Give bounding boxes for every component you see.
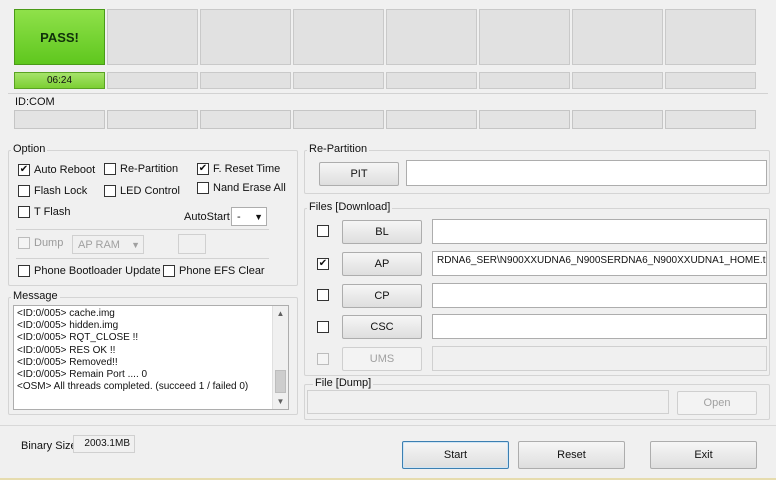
phone-efs-clear-checkbox[interactable]: Phone EFS Clear [163, 265, 265, 277]
ap-button[interactable]: AP [342, 252, 422, 276]
chevron-down-icon: ▼ [254, 211, 263, 222]
binary-size-label: Binary Size [21, 440, 77, 452]
bl-path-field[interactable] [432, 219, 767, 244]
ums-path-field [432, 346, 767, 371]
csc-path-field[interactable] [432, 314, 767, 339]
id-com-box [107, 110, 198, 129]
nand-erase-all-checkbox[interactable]: Nand Erase All [197, 182, 286, 194]
log-line: <ID:0/005> Remain Port .... 0 [17, 369, 148, 381]
progress-bar [665, 72, 756, 89]
port-status-slot [479, 9, 570, 65]
port-status-slot [665, 9, 756, 65]
id-com-box [665, 110, 756, 129]
divider [16, 258, 269, 259]
csc-button[interactable]: CSC [342, 315, 422, 339]
dump-type-select[interactable]: AP RAM ▼ [72, 235, 144, 254]
checkmark-icon: ✔ [197, 163, 209, 175]
id-com-box [572, 110, 663, 129]
port-status-slot [200, 9, 291, 65]
progress-bar [293, 72, 384, 89]
reset-button[interactable]: Reset [518, 441, 625, 469]
autostart-label: AutoStart [184, 211, 230, 223]
divider [16, 229, 269, 230]
progress-bar [479, 72, 570, 89]
progress-bar [107, 72, 198, 89]
log-line: <OSM> All threads completed. (succeed 1 … [17, 381, 249, 393]
re-partition-checkbox[interactable]: Re-Partition [104, 163, 178, 175]
progress-bar [572, 72, 663, 89]
id-com-box [14, 110, 105, 129]
divider [8, 93, 768, 94]
bl-checkbox[interactable] [317, 225, 329, 237]
file-dump-title: File [Dump] [313, 377, 374, 389]
exit-button[interactable]: Exit [650, 441, 757, 469]
scroll-down-icon[interactable]: ▼ [273, 394, 288, 409]
ap-checkbox[interactable]: ✔ [317, 258, 329, 270]
port-status-slot [107, 9, 198, 65]
port-status-pass: PASS! [14, 9, 105, 65]
flash-lock-checkbox[interactable]: Flash Lock [18, 185, 87, 197]
log-line: <ID:0/005> RQT_CLOSE !! [17, 332, 139, 344]
files-download-title: Files [Download] [307, 201, 393, 213]
elapsed-time: 06:24 [14, 72, 105, 89]
phone-bootloader-update-checkbox[interactable]: Phone Bootloader Update [18, 265, 161, 277]
port-status-slot [572, 9, 663, 65]
checkmark-icon: ✔ [18, 164, 30, 176]
open-button[interactable]: Open [677, 391, 757, 415]
id-com-box [293, 110, 384, 129]
auto-reboot-checkbox[interactable]: ✔ Auto Reboot [18, 164, 95, 176]
ap-path-field[interactable]: RDNA6_SER\N900XXUDNA6_N900SERDNA6_N900XX… [432, 251, 767, 276]
port-status-slot [293, 9, 384, 65]
log-line: <ID:0/005> hidden.img [17, 320, 119, 332]
port-status-slot [386, 9, 477, 65]
id-com-box [479, 110, 570, 129]
chevron-down-icon: ▼ [131, 239, 140, 250]
scroll-up-icon[interactable]: ▲ [273, 306, 288, 321]
bl-button[interactable]: BL [342, 220, 422, 244]
cp-path-field[interactable] [432, 283, 767, 308]
id-com-label: ID:COM [15, 96, 55, 108]
progress-bar [200, 72, 291, 89]
dump-path-field [307, 390, 669, 414]
id-com-box [200, 110, 291, 129]
divider [0, 425, 776, 426]
binary-size-value: 2003.1MB [73, 435, 135, 453]
ums-checkbox[interactable] [317, 353, 329, 365]
csc-checkbox[interactable] [317, 321, 329, 333]
ums-button[interactable]: UMS [342, 347, 422, 371]
message-log[interactable]: <ID:0/005> cache.img <ID:0/005> hidden.i… [13, 305, 289, 410]
autostart-select[interactable]: - ▼ [231, 207, 267, 226]
dump-checkbox[interactable]: Dump [18, 237, 63, 249]
led-control-checkbox[interactable]: LED Control [104, 185, 180, 197]
pit-button[interactable]: PIT [319, 162, 399, 186]
log-line: <ID:0/005> Removed!! [17, 356, 118, 368]
start-button[interactable]: Start [402, 441, 509, 469]
id-com-box [386, 110, 477, 129]
dump-field [178, 234, 206, 254]
vertical-scrollbar[interactable]: ▲ ▼ [272, 306, 288, 409]
checkmark-icon: ✔ [317, 258, 329, 270]
repartition-title: Re-Partition [307, 143, 370, 155]
f-reset-time-checkbox[interactable]: ✔ F. Reset Time [197, 163, 280, 175]
option-title: Option [11, 143, 48, 155]
message-title: Message [11, 290, 60, 302]
cp-checkbox[interactable] [317, 289, 329, 301]
log-lines: <ID:0/005> cache.img <ID:0/005> hidden.i… [17, 308, 270, 393]
scroll-thumb[interactable] [275, 370, 286, 393]
pit-path-field[interactable] [406, 160, 767, 186]
progress-bar [386, 72, 477, 89]
t-flash-checkbox[interactable]: T Flash [18, 206, 70, 218]
cp-button[interactable]: CP [342, 284, 422, 308]
log-line: <ID:0/005> cache.img [17, 308, 115, 319]
log-line: <ID:0/005> RES OK !! [17, 344, 116, 356]
